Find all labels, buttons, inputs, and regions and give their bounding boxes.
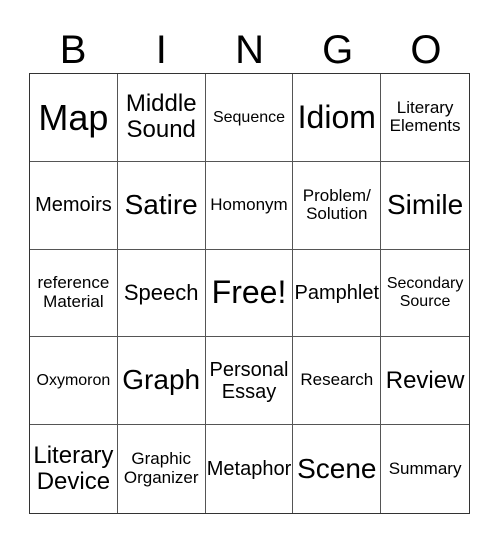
bingo-cell[interactable]: Oxymoron [30,337,118,426]
bingo-cell[interactable]: Scene [293,425,382,513]
bingo-cell[interactable]: Homonym [205,161,294,250]
free-space-cell[interactable]: Free! [205,249,294,338]
header-letter-g: G [322,28,354,72]
bingo-cell[interactable]: Summary [381,425,469,513]
bingo-cell[interactable]: Speech [117,249,206,338]
bingo-cell[interactable]: Personal Essay [205,337,294,426]
bingo-cell[interactable]: Metaphor [206,425,294,513]
bingo-cell[interactable]: Literary Device [30,425,118,513]
bingo-cell[interactable]: Pamphlet [293,249,382,338]
bingo-cell[interactable]: Research [293,337,382,426]
bingo-cell[interactable]: Sequence [205,74,294,162]
bingo-cell[interactable]: Simile [381,162,469,250]
bingo-cell[interactable]: Graph [117,337,206,426]
header-letter-b: B [59,28,87,72]
bingo-cell[interactable]: Review [381,337,469,426]
bingo-cell[interactable]: Secondary Source [381,250,469,338]
bingo-header: B I N G O [29,28,470,72]
bingo-cell[interactable]: Graphic Organizer [118,425,206,513]
bingo-cell[interactable]: Map [30,74,118,162]
header-letter-n: N [235,28,264,72]
bingo-cell[interactable]: Problem/ Solution [293,161,382,250]
bingo-cell[interactable]: Idiom [293,74,382,162]
bingo-cell[interactable]: Satire [117,161,206,250]
bingo-cell[interactable]: Memoirs [30,161,118,250]
bingo-cell[interactable]: reference Material [30,249,118,338]
bingo-cell[interactable]: Middle Sound [117,74,206,162]
header-letter-o: O [410,28,442,72]
bingo-cell[interactable]: Literary Elements [381,74,469,162]
header-letter-i: I [155,28,167,72]
bingo-grid: Map Middle Sound Sequence Idiom Literary… [29,73,470,514]
